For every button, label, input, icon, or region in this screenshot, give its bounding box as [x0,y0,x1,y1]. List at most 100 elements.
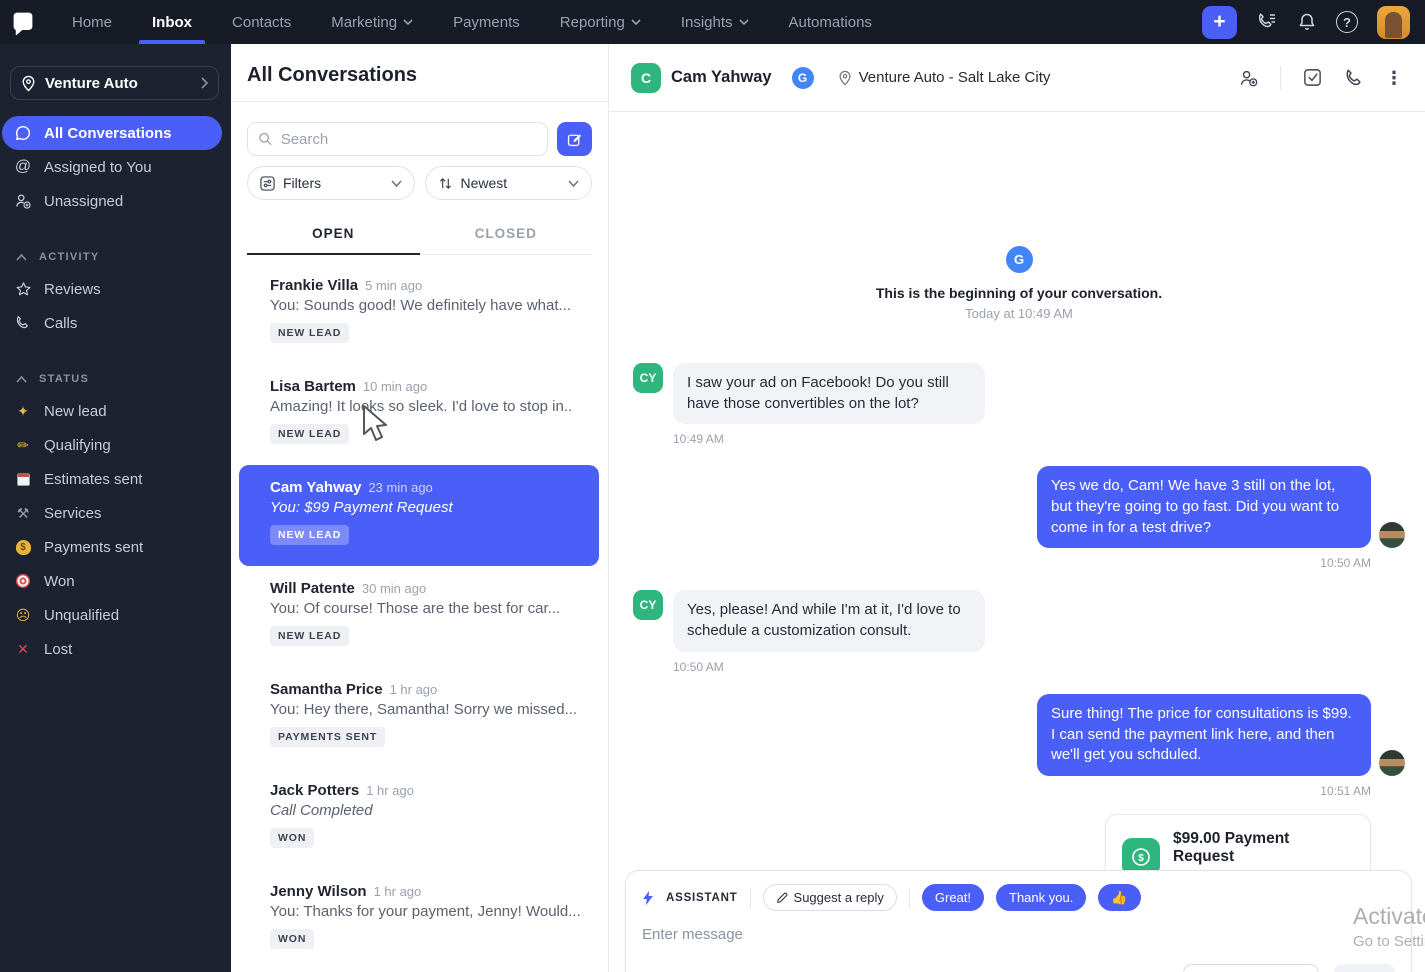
conversation-list-item[interactable]: Samantha Price1 hr ago You: Hey there, S… [239,667,599,768]
open-closed-tabs: OPEN CLOSED [247,216,592,255]
sort-label: Newest [461,175,561,191]
quick-reply-thumbs-up[interactable]: 👍 [1098,884,1140,911]
create-new-button[interactable]: + [1202,6,1237,39]
tab-closed[interactable]: CLOSED [420,216,593,255]
notifications-bell-icon[interactable] [1297,12,1317,32]
chevron-down-icon [568,180,579,187]
help-icon[interactable]: ? [1336,11,1358,33]
close-conversation-icon[interactable] [1302,67,1323,88]
nav-item-marketing[interactable]: Marketing [331,0,413,44]
filters-dropdown[interactable]: Filters [247,166,415,200]
agent-avatar [1379,750,1405,776]
sidebar-item-new-lead[interactable]: ✦ New lead [0,394,231,428]
call-icon[interactable] [1344,68,1364,88]
search-input-wrapper [247,122,548,156]
nav-item-inbox[interactable]: Inbox [152,0,192,44]
more-options-icon[interactable]: ⋮ [1385,69,1403,87]
message-input-wrapper [642,926,1169,944]
quick-reply-thank-you[interactable]: Thank you. [996,884,1086,911]
message-preview: Amazing! It looks so sleek. I'd love to … [270,398,584,415]
chevron-down-icon [739,19,749,25]
sad-face-icon: ☹ [14,608,32,622]
podium-logo-icon[interactable] [0,9,46,35]
pencil-icon [776,892,788,904]
nav-item-automations[interactable]: Automations [789,0,872,44]
conversation-list-item[interactable]: Lisa Bartem10 min ago Amazing! It looks … [239,364,599,465]
status-badge: NEW LEAD [270,424,349,444]
divider [1280,66,1281,90]
sidebar-item-unassigned[interactable]: Unassigned [0,184,231,218]
conversation-list-item[interactable]: Will Patente30 min ago You: Of course! T… [239,566,599,667]
sidebar-item-qualifying[interactable]: ✏ Qualifying [0,428,231,462]
timestamp: 30 min ago [362,581,426,596]
message-row-inbound: CY I saw your ad on Facebook! Do you sti… [633,363,1405,424]
sidebar-item-unqualified[interactable]: ☹ Unqualified [0,598,231,632]
nav-item-reporting[interactable]: Reporting [560,0,641,44]
agent-avatar [1379,522,1405,548]
nav-item-home[interactable]: Home [72,0,112,44]
activity-section-header[interactable]: ACTIVITY [0,242,231,272]
list-controls: Filters Newest OPEN CLOSED [231,102,608,255]
send-and-close-button[interactable]: Send and close [1183,964,1319,972]
contact-name: Lisa Bartem [270,378,356,395]
compose-button[interactable] [557,122,592,156]
sidebar-item-label: Estimates sent [44,471,142,488]
message-preview: You: $99 Payment Request [270,499,584,516]
conversation-list: Frankie Villa5 min ago You: Sounds good!… [231,255,608,972]
conversation-list-item[interactable]: Jack Potters1 hr ago Call Completed WON [239,768,599,869]
nav-item-payments[interactable]: Payments [453,0,520,44]
message-input[interactable] [642,926,1169,943]
sidebar-item-assigned-to-you[interactable]: @ Assigned to You [0,150,231,184]
sidebar-item-estimates-sent[interactable]: Estimates sent [0,462,231,496]
top-nav: Home Inbox Contacts Marketing Payments R… [0,0,1425,44]
sidebar-item-payments-sent[interactable]: $ Payments sent [0,530,231,564]
google-badge-icon: G [792,67,814,89]
status-badge: NEW LEAD [270,626,349,646]
sidebar-item-services[interactable]: ⚒ Services [0,496,231,530]
chat-message-area: G This is the beginning of your conversa… [609,112,1425,972]
sidebar-item-all-conversations[interactable]: All Conversations [2,116,222,150]
composer-toolbar: $ Send and close [642,964,1395,972]
sort-dropdown[interactable]: Newest [425,166,593,200]
phone-icon [14,315,32,331]
status-section-header[interactable]: STATUS [0,364,231,394]
assistant-bolt-icon [642,890,654,906]
chevron-up-icon [16,254,27,261]
sidebar-item-label: Services [44,505,102,522]
conversation-list-item-selected[interactable]: Cam Yahway23 min ago You: $99 Payment Re… [239,465,599,566]
quick-reply-great[interactable]: Great! [922,884,984,911]
sidebar: Venture Auto All Conversations @ Assigne… [0,44,231,972]
conversation-list-item[interactable]: Frankie Villa5 min ago You: Sounds good!… [239,263,599,364]
sidebar-item-calls[interactable]: Calls [0,306,231,340]
message-timestamp: 10:49 AM [673,432,1405,446]
chat-header: C Cam Yahway G Venture Auto - Salt Lake … [609,44,1425,112]
message-row-inbound: CY Yes, please! And while I'm at it, I'd… [633,590,1405,651]
send-button[interactable] [1334,964,1395,972]
message-bubble-inbound: I saw your ad on Facebook! Do you still … [673,363,985,424]
status-badge: WON [270,929,314,949]
sidebar-item-label: New lead [44,403,107,420]
suggest-reply-button[interactable]: Suggest a reply [763,884,897,911]
user-avatar[interactable] [1377,6,1410,39]
sidebar-item-lost[interactable]: ✕ Lost [0,632,231,666]
intro-date: Today at 10:49 AM [633,306,1405,321]
cross-icon: ✕ [14,642,32,656]
nav-item-contacts[interactable]: Contacts [232,0,291,44]
timestamp: 5 min ago [365,278,422,293]
pencil-icon: ✏ [14,438,32,452]
nav-item-label: Home [72,14,112,31]
calls-queue-icon[interactable] [1256,12,1278,32]
sidebar-item-reviews[interactable]: Reviews [0,272,231,306]
sidebar-item-label: Reviews [44,281,101,298]
conversation-list-item[interactable]: Jenny Wilson1 hr ago You: Thanks for you… [239,869,599,970]
message-preview: You: Thanks for your payment, Jenny! Wou… [270,903,584,920]
divider [909,888,910,908]
search-input[interactable] [281,131,537,148]
sidebar-item-won[interactable]: Won [0,564,231,598]
contact-name: Jenny Wilson [270,883,367,900]
location-selector[interactable]: Venture Auto [10,66,219,100]
nav-item-insights[interactable]: Insights [681,0,749,44]
assign-person-icon[interactable] [1238,68,1259,88]
tab-open[interactable]: OPEN [247,216,420,255]
compose-icon [566,131,583,148]
